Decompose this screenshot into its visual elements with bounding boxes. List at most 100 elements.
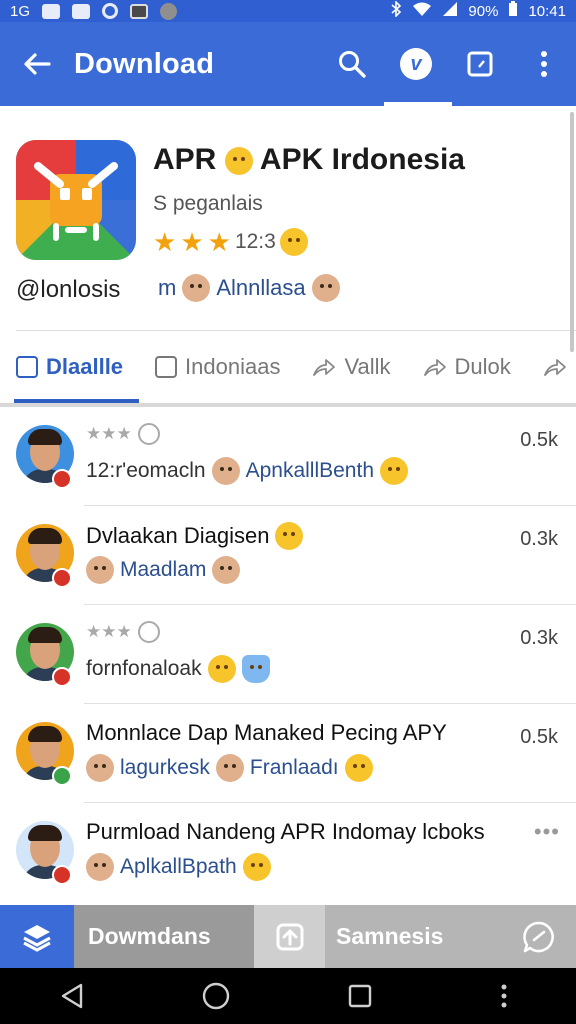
tab-dlaallle[interactable]: Dlaallle	[0, 331, 140, 403]
list-item[interactable]: Purmload Nandeng APR Indomay lcboks Aplk…	[0, 803, 576, 902]
chat-button[interactable]	[502, 905, 576, 968]
rating-stars: ★★★	[86, 424, 132, 443]
tab-label: Vallk	[344, 354, 391, 379]
wifi-icon	[412, 1, 432, 21]
card-icon	[72, 3, 91, 19]
app-name-part1: APR	[153, 143, 217, 176]
more-options-button[interactable]	[512, 22, 576, 106]
app-header: APR APK Irdonesia S peganlais ★ ★ ★ 12:3…	[0, 106, 576, 331]
comment-rating: ★★★	[86, 621, 160, 643]
list-item[interactable]: ★★★ 12:r'eomacln ApnkalllBenth 0.5k	[0, 407, 576, 506]
share-icon	[313, 359, 336, 376]
page-title: Download	[74, 47, 215, 80]
recents-square-icon	[348, 984, 372, 1008]
person-emoji-icon	[215, 754, 244, 782]
samnesis-button[interactable]: Samnesis	[326, 905, 502, 968]
search-button[interactable]	[320, 22, 384, 106]
tab-bar: Dlaallle Indoniaas Vallk Dulok	[0, 331, 576, 403]
status-bar: 1G 90% 10:41	[0, 0, 576, 22]
scrollbar[interactable]	[570, 112, 574, 352]
laugh-emoji-icon	[380, 457, 408, 485]
person-emoji-icon	[86, 556, 114, 584]
app-subtitle: S peganlais	[153, 192, 263, 215]
comment-text: Maadlam	[86, 556, 241, 584]
badge-icon	[52, 865, 72, 885]
comment-link[interactable]: AplkallBpath	[120, 855, 237, 879]
layers-button[interactable]	[0, 905, 74, 968]
comment-title-text: Dvlaakan Diagisen	[86, 523, 270, 548]
copy-icon	[155, 356, 178, 378]
star-icon: ★	[180, 227, 204, 257]
system-nav-bar	[0, 968, 576, 1024]
badge-icon	[52, 568, 72, 588]
developer-handle[interactable]: @lonlosis	[16, 276, 120, 304]
square-icon	[467, 51, 493, 77]
square-button[interactable]	[448, 22, 512, 106]
comment-rating: ★★★	[86, 423, 160, 445]
nav-home-button[interactable]	[186, 968, 246, 1024]
drool-emoji-icon	[275, 522, 304, 550]
list-item[interactable]: ★★★ fornfonaloak 0.3k	[0, 605, 576, 704]
back-arrow-icon	[24, 53, 51, 75]
app-logo[interactable]	[16, 140, 136, 260]
upload-button[interactable]	[254, 905, 326, 968]
comment-text-a: fornfonaloak	[86, 657, 202, 680]
tab-label: Dlaallle	[46, 354, 124, 379]
nav-more-button[interactable]	[474, 968, 534, 1024]
comment-list: ★★★ 12:r'eomacln ApnkalllBenth 0.5k Dvla…	[0, 407, 576, 905]
image-icon	[42, 3, 61, 19]
app-name-part2: APK Irdonesia	[259, 143, 465, 176]
list-item[interactable]: Monnlace Dap Manaked Pecing APY lagurkes…	[0, 704, 576, 803]
triangle-back-icon	[61, 983, 83, 1009]
grinning-emoji-icon	[224, 147, 253, 176]
person-emoji-icon	[211, 457, 240, 485]
back-button[interactable]	[0, 22, 74, 106]
tab-indoniaas[interactable]: Indoniaas	[139, 331, 296, 403]
comment-link[interactable]: Franlaadı	[250, 756, 339, 780]
home-circle-icon	[202, 982, 230, 1010]
badge-icon	[52, 766, 72, 786]
search-icon	[339, 51, 366, 78]
badge-icon	[52, 667, 72, 687]
comment-title-text: Monnlace Dap Manaked Pecing APY	[86, 720, 447, 745]
comment-title: Purmload Nandeng APR Indomay lcboks	[86, 819, 485, 845]
upload-icon	[276, 923, 303, 950]
tab-vallk[interactable]: Vallk	[296, 331, 406, 403]
tab-more[interactable]	[527, 331, 576, 403]
more-vert-icon	[541, 51, 547, 77]
v-button[interactable]: v	[384, 22, 452, 106]
downloads-button[interactable]: Dowmdans	[74, 905, 254, 968]
battery-label: 90%	[468, 2, 499, 20]
star-icon: ★	[153, 227, 177, 257]
comment-link[interactable]: Maadlam	[120, 558, 206, 582]
more-horiz-icon[interactable]: •••	[534, 819, 560, 845]
comment-text: lagurkesk Franlaadı	[86, 754, 373, 782]
app-name: APR APK Irdonesia	[153, 143, 465, 177]
comment-link[interactable]: lagurkesk	[120, 756, 210, 780]
app-rating: ★ ★ ★ 12:3	[153, 228, 308, 256]
tab-dulok[interactable]: Dulok	[407, 331, 527, 403]
smile-emoji-icon	[344, 754, 373, 782]
share-icon	[543, 359, 566, 376]
developer-mention[interactable]: m Alnnllasa	[158, 274, 340, 302]
nav-back-button[interactable]	[42, 968, 102, 1024]
v-badge-icon: v	[400, 48, 432, 80]
share-icon	[423, 359, 446, 376]
signal-icon	[442, 1, 458, 21]
tab-label: Indoniaas	[185, 354, 281, 379]
neutral-face-icon	[137, 423, 160, 445]
comment-title: Monnlace Dap Manaked Pecing APY	[86, 720, 447, 746]
app-bar: Download v	[0, 22, 576, 106]
comment-text-a: 12:r'eomacln	[86, 459, 206, 482]
mention-prefix: m	[158, 275, 177, 300]
network-label: 1G	[10, 2, 31, 20]
list-item[interactable]: Dvlaakan Diagisen Maadlam 0.3k	[0, 506, 576, 605]
comment-link[interactable]: ApnkalllBenth	[246, 459, 374, 483]
smile-emoji-icon	[207, 655, 236, 683]
comment-text: 12:r'eomacln ApnkalllBenth	[86, 457, 408, 485]
mention-text: Alnnllasa	[216, 275, 306, 300]
nav-recents-button[interactable]	[330, 968, 390, 1024]
cupcake-icon	[241, 655, 270, 683]
rating-value: 12:3	[234, 230, 276, 253]
gray-dot-icon	[160, 2, 178, 20]
